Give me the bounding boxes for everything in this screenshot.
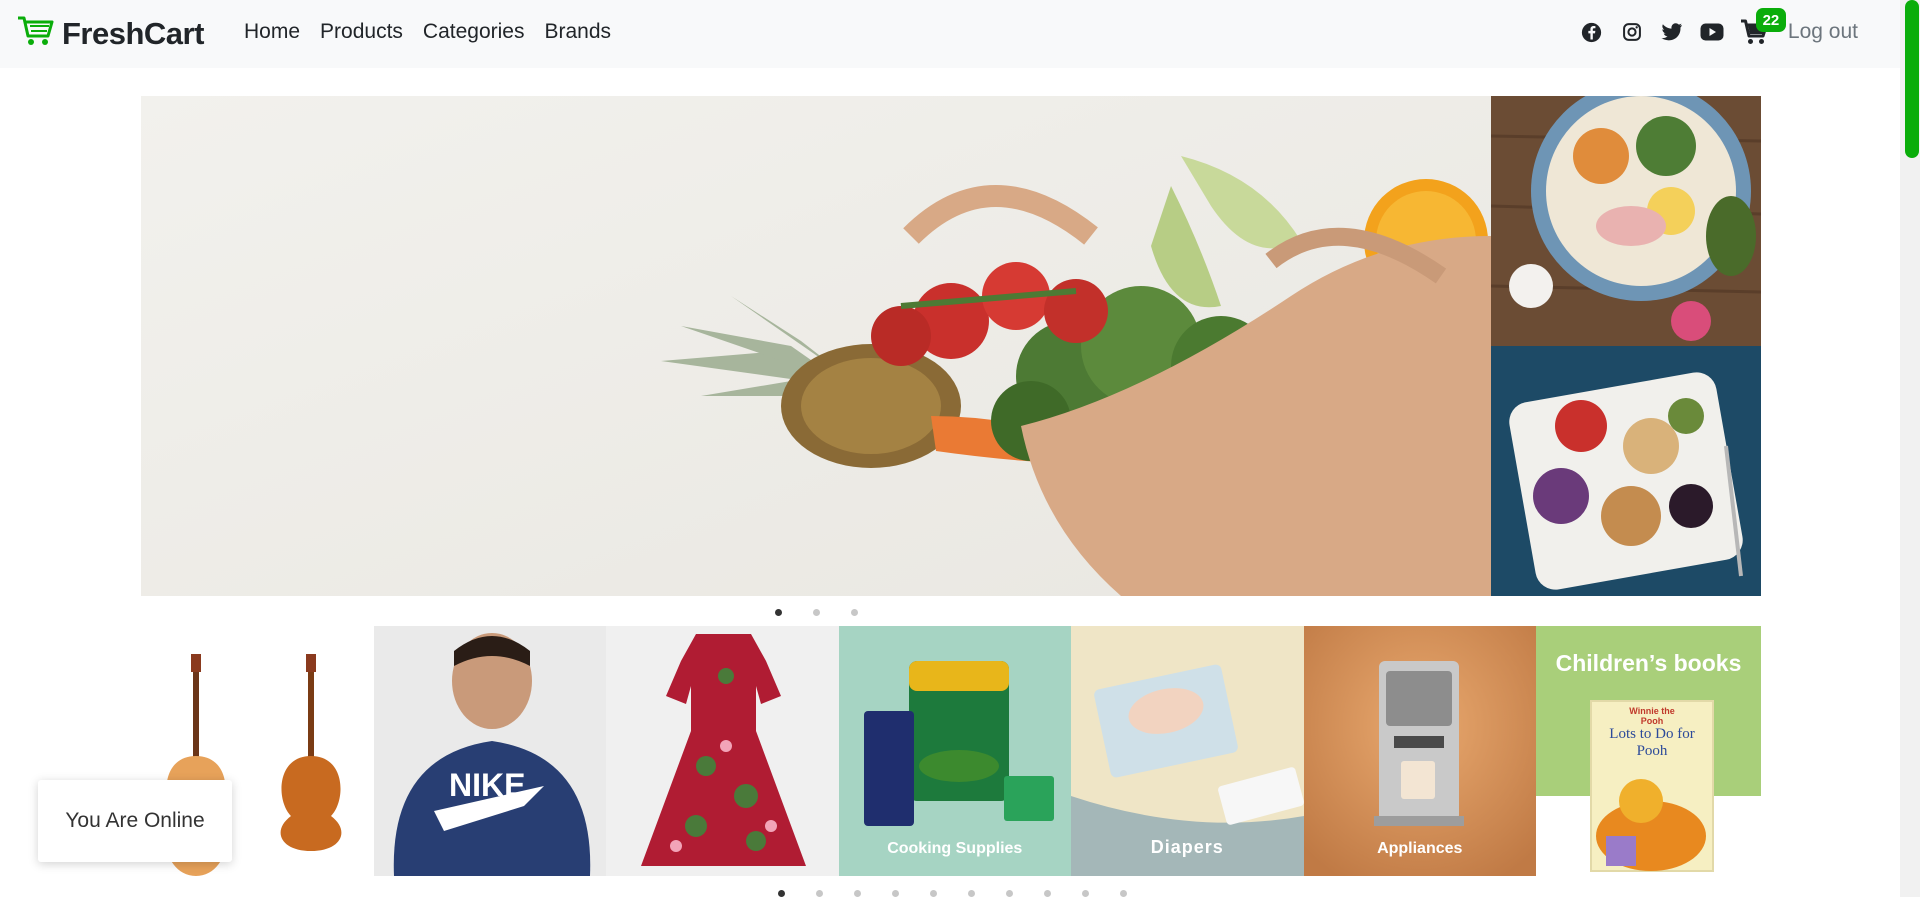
category-dot-5[interactable]: [930, 890, 937, 897]
cart-logo-icon: [16, 14, 54, 53]
cart-count-badge: 22: [1755, 8, 1786, 32]
navbar: FreshCart Home Products Categories Brand…: [0, 0, 1900, 68]
hero-dot-1[interactable]: [775, 609, 782, 616]
brand-name: FreshCart: [62, 15, 204, 51]
online-status-toast: You Are Online: [38, 780, 232, 862]
category-card-mens-fashion[interactable]: NIKE: [373, 626, 606, 876]
hero-main-image[interactable]: [141, 96, 1491, 596]
category-label-cooking-supplies: Cooking Supplies: [887, 840, 1023, 857]
category-dot-2[interactable]: [816, 890, 823, 897]
category-dot-8[interactable]: [1044, 890, 1051, 897]
category-label-diapers: Diapers: [1150, 837, 1224, 857]
toast-message: You Are Online: [65, 809, 205, 832]
category-card-womens-fashion[interactable]: [606, 626, 839, 876]
book-cover-brand: Winnie the Pooh: [1629, 706, 1675, 726]
category-dot-1[interactable]: [778, 890, 785, 897]
snack-board-image[interactable]: [1491, 346, 1761, 596]
category-card-diapers[interactable]: Diapers: [1071, 626, 1304, 876]
category-card-cooking-supplies[interactable]: Cooking Supplies: [838, 626, 1071, 876]
svg-text:NIKE: NIKE: [449, 767, 525, 803]
hero-side-images: [1491, 96, 1761, 596]
book-cover-title: Lots to Do for Pooh: [1609, 726, 1695, 759]
category-card-appliances[interactable]: Appliances: [1303, 626, 1536, 876]
category-slider: NIKE Cooking Supplies Diapers Appliances…: [141, 626, 1761, 876]
category-card-childrens-books[interactable]: Children’s books Winnie the Pooh Lots to…: [1536, 626, 1761, 876]
scrollbar-thumb[interactable]: [1905, 0, 1919, 158]
category-dot-4[interactable]: [892, 890, 899, 897]
hero-dot-2[interactable]: [813, 609, 820, 616]
category-label-childrens-books: Children’s books: [1555, 650, 1742, 676]
logout-link[interactable]: Log out: [1788, 20, 1858, 44]
nav-link-categories[interactable]: Categories: [423, 20, 525, 44]
cart-button[interactable]: 22: [1740, 8, 1786, 50]
nav-link-products[interactable]: Products: [320, 20, 403, 44]
category-pagination: [778, 890, 1127, 897]
main-nav: Home Products Categories Brands: [244, 20, 611, 44]
salad-bowl-image[interactable]: [1491, 96, 1761, 346]
brand-logo[interactable]: FreshCart: [16, 14, 204, 53]
hero-slider: [141, 96, 1761, 596]
page-scrollbar[interactable]: [1900, 0, 1920, 897]
youtube-icon[interactable]: [1700, 20, 1724, 44]
nav-link-brands[interactable]: Brands: [544, 20, 611, 44]
category-dot-6[interactable]: [968, 890, 975, 897]
hero-dot-3[interactable]: [851, 609, 858, 616]
category-dot-10[interactable]: [1120, 890, 1127, 897]
category-dot-7[interactable]: [1006, 890, 1013, 897]
instagram-icon[interactable]: [1620, 20, 1644, 44]
category-dot-9[interactable]: [1082, 890, 1089, 897]
twitter-icon[interactable]: [1660, 20, 1684, 44]
facebook-icon[interactable]: [1580, 20, 1604, 44]
category-label-appliances: Appliances: [1377, 840, 1463, 857]
category-dot-3[interactable]: [854, 890, 861, 897]
hero-pagination: [775, 609, 858, 616]
nav-link-home[interactable]: Home: [244, 20, 300, 44]
nav-actions: 22 Log out: [1580, 8, 1858, 50]
